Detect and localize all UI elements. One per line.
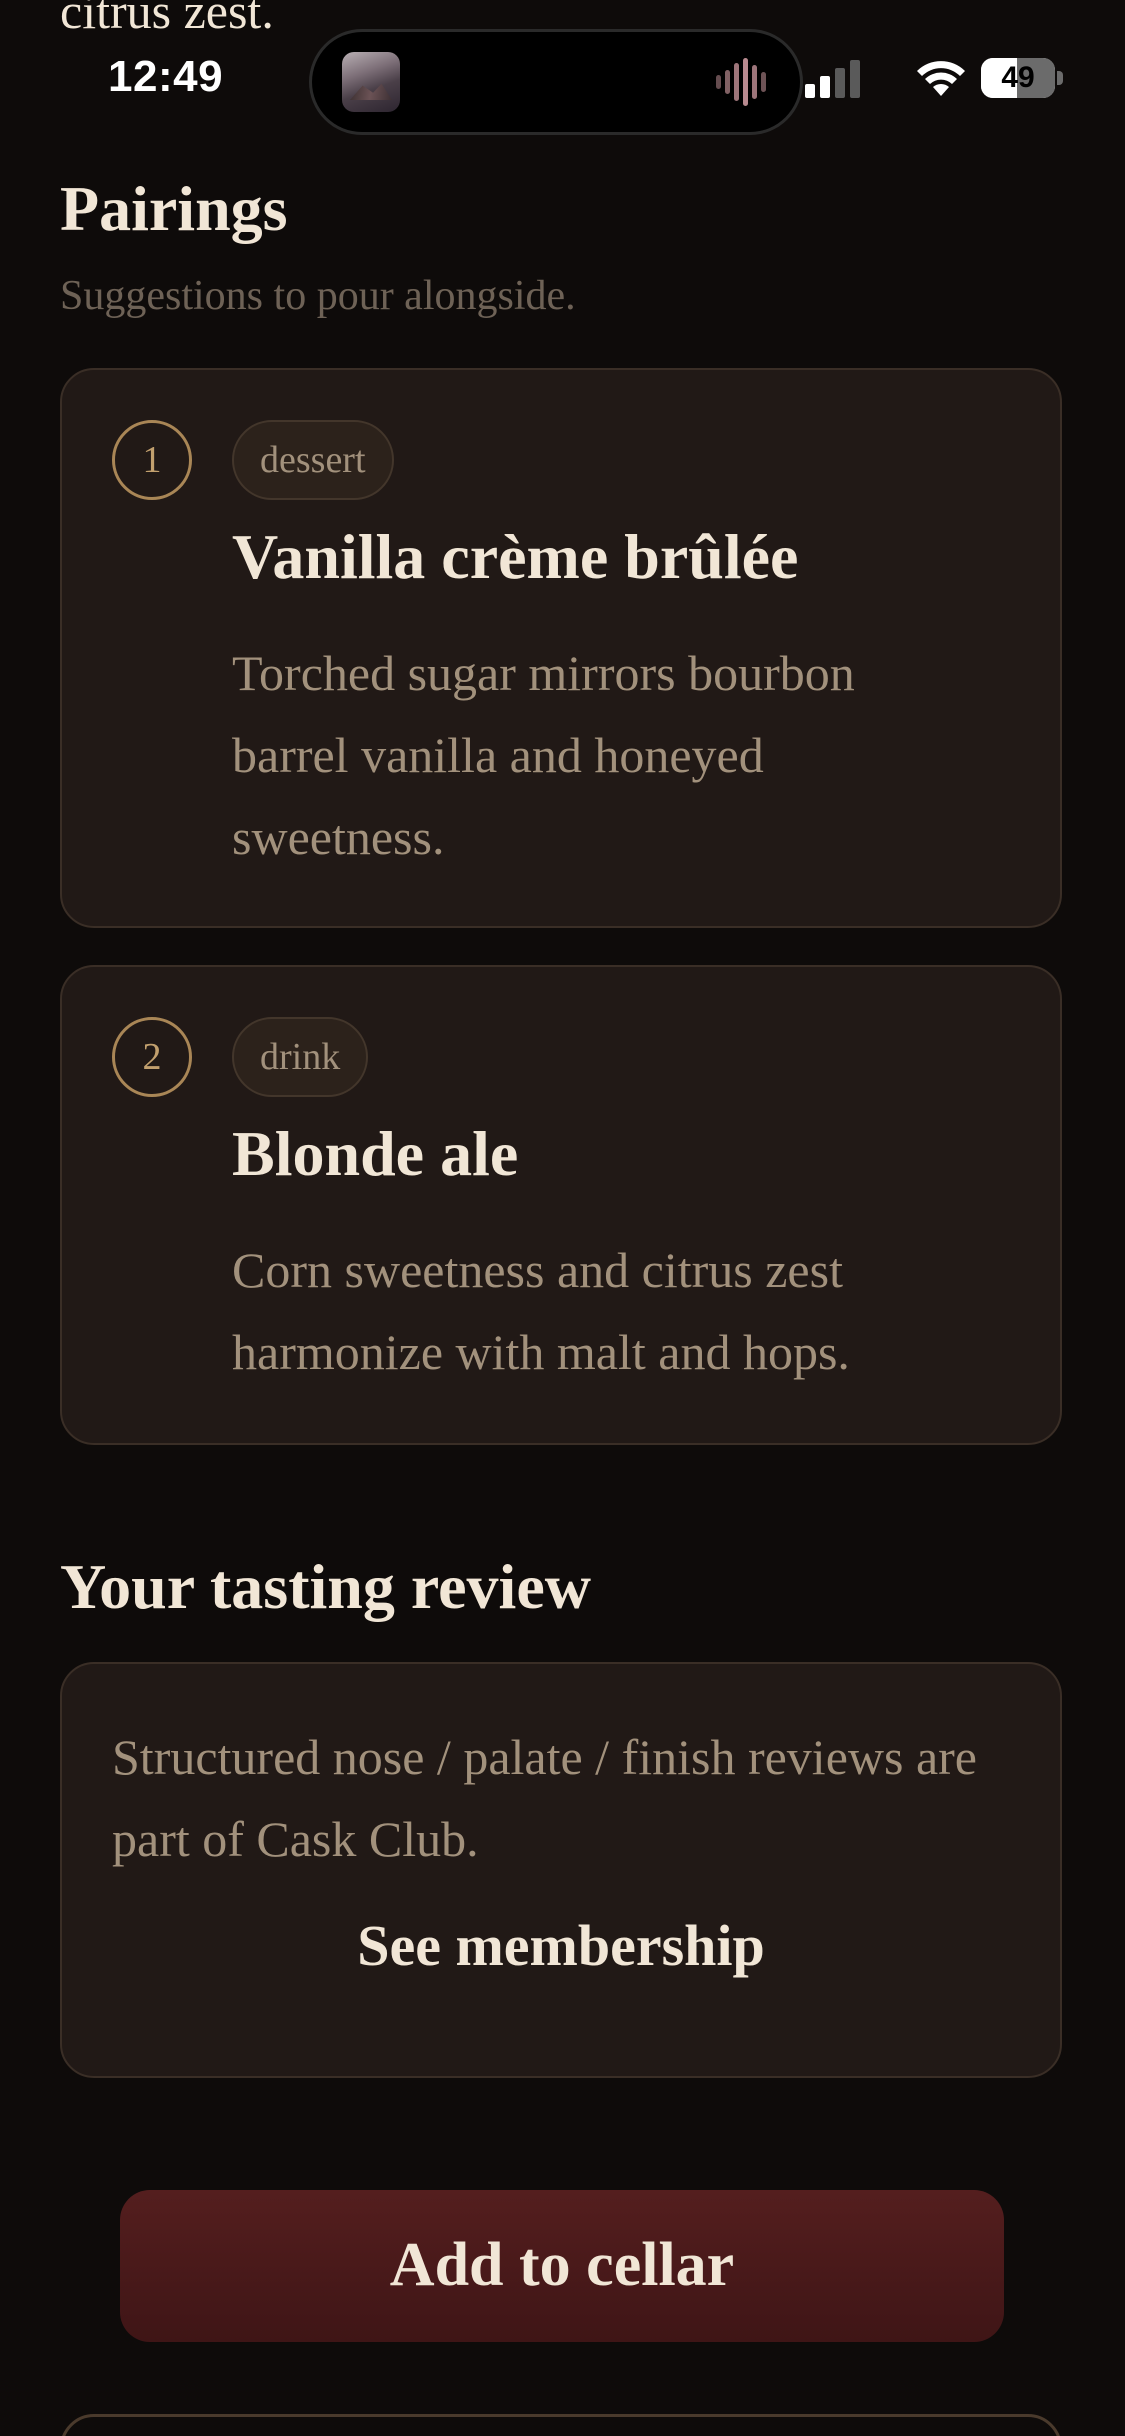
previous-section-text: citrus zest. (60, 0, 274, 39)
app-screen: citrus zest. 12:49 49 Pairings Suggestio… (0, 0, 1125, 2436)
status-time: 12:49 (108, 52, 224, 101)
battery-level: 49 (1001, 61, 1035, 94)
see-membership-link[interactable]: See membership (62, 1912, 1060, 1979)
pairing-card: 1 dessert Vanilla crème brûlée Torched s… (60, 368, 1062, 928)
add-to-cellar-button[interactable]: Add to cellar (120, 2190, 1004, 2342)
wifi-icon (917, 61, 965, 96)
status-icons: 49 (805, 58, 1065, 98)
pairing-title: Vanilla crème brûlée (232, 521, 799, 592)
cellular-signal-icon (805, 58, 865, 98)
pairings-title: Pairings (60, 173, 288, 244)
review-locked-card: Structured nose / palate / finish review… (60, 1662, 1062, 2078)
pairing-category-tag: dessert (232, 420, 394, 500)
pairing-description: Corn sweetness and citrus zest harmonize… (232, 1242, 850, 1380)
pairing-title: Blonde ale (232, 1118, 519, 1189)
pairing-description: Torched sugar mirrors bourbon barrel van… (232, 645, 855, 865)
audio-wave-icon (716, 58, 772, 106)
album-art-icon (342, 52, 400, 112)
pairing-number-badge: 2 (112, 1017, 192, 1097)
pairing-category-tag: drink (232, 1017, 369, 1097)
next-section-card (60, 2414, 1062, 2436)
battery-icon: 49 (981, 58, 1065, 98)
pairings-subtitle: Suggestions to pour alongside. (60, 273, 576, 319)
pairing-card: 2 drink Blonde ale Corn sweetness and ci… (60, 965, 1062, 1445)
review-title: Your tasting review (60, 1551, 591, 1622)
pairing-number-badge: 1 (112, 420, 192, 500)
review-locked-message: Structured nose / palate / finish review… (112, 1729, 977, 1867)
dynamic-island[interactable] (312, 32, 800, 132)
